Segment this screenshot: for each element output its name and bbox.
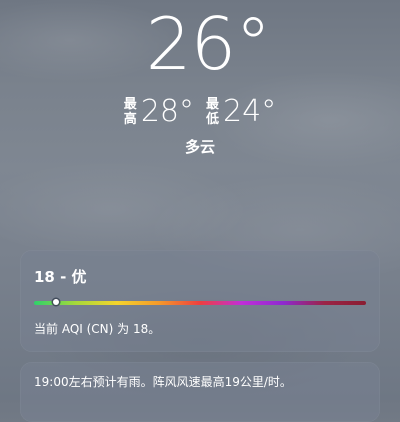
aqi-title: 18 - 优 <box>34 268 87 286</box>
low-label-top: 最 <box>206 97 220 112</box>
low-label-bottom: 低 <box>206 112 220 127</box>
forecast-note-text: 19:00左右预计有雨。阵风风速最高19公里/时。 <box>34 375 292 389</box>
high-low-temperatures: 最 高 28° 最 低 24° <box>0 96 400 128</box>
forecast-note-card[interactable] <box>20 362 380 422</box>
aqi-scale-bar <box>34 301 366 305</box>
current-temperature: 26° <box>0 4 400 84</box>
aqi-description: 当前 AQI (CN) 为 18。 <box>34 322 161 336</box>
aqi-indicator-dot <box>52 299 59 305</box>
high-label-top: 最 <box>123 97 137 112</box>
low-label: 最 低 <box>206 97 219 127</box>
low-temperature-value: 24° <box>223 94 277 129</box>
weather-condition: 多云 <box>184 138 215 156</box>
current-temperature-value: 26° <box>145 2 272 86</box>
high-temperature: 最 高 28° <box>124 96 194 128</box>
high-temperature-value: 28° <box>140 94 194 129</box>
low-temperature: 最 低 24° <box>206 96 276 128</box>
high-label-bottom: 高 <box>123 112 137 127</box>
high-label: 最 高 <box>124 97 137 127</box>
